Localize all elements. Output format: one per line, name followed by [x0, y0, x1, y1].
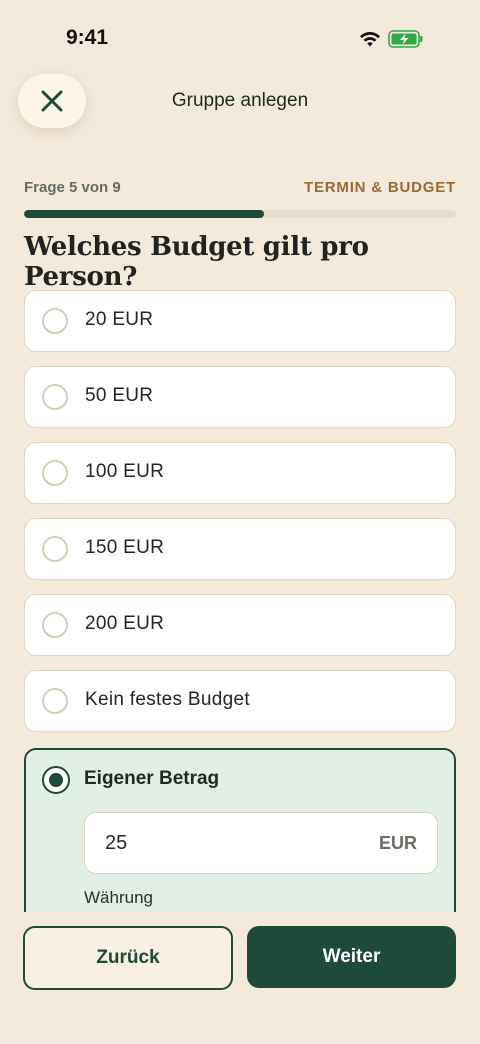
status-bar: 9:41: [0, 0, 480, 78]
progress-bar-fill: [24, 210, 265, 218]
page-title: Gruppe anlegen: [171, 90, 309, 111]
custom-amount-label: Eigener Betrag: [84, 768, 220, 789]
radio-button[interactable]: [42, 612, 68, 638]
option-label: 150 EUR: [85, 537, 165, 558]
option-label: 100 EUR: [85, 461, 165, 482]
option-20-eur[interactable]: 20 EUR: [24, 290, 456, 352]
wifi-icon: [360, 31, 380, 47]
option-100-eur[interactable]: 100 EUR: [24, 442, 456, 504]
radio-button[interactable]: [42, 308, 68, 334]
radio-button-selected[interactable]: [42, 766, 70, 794]
status-time: 9:41: [66, 26, 109, 49]
close-button[interactable]: [18, 74, 86, 128]
close-icon: [41, 90, 63, 112]
radio-button[interactable]: [42, 384, 68, 410]
radio-button[interactable]: [42, 536, 68, 562]
option-50-eur[interactable]: 50 EUR: [24, 366, 456, 428]
footer-bar: Zurück Weiter: [0, 912, 480, 1044]
back-button[interactable]: Zurück: [23, 926, 233, 990]
option-label: 200 EUR: [85, 613, 165, 634]
next-button[interactable]: Weiter: [247, 926, 456, 988]
budget-options: 20 EUR 50 EUR 100 EUR 150 EUR 200 EUR Ke…: [24, 290, 456, 746]
question-heading: Welches Budget gilt pro Person?: [24, 232, 369, 292]
section-label: TERMIN & BUDGET: [304, 179, 456, 196]
option-150-eur[interactable]: 150 EUR: [24, 518, 456, 580]
battery-charging-icon: [388, 30, 423, 48]
option-200-eur[interactable]: 200 EUR: [24, 594, 456, 656]
radio-button[interactable]: [42, 460, 68, 486]
currency-label: Währung: [84, 888, 153, 907]
progress-bar: [24, 210, 456, 218]
amount-value: 25: [105, 832, 128, 854]
option-no-budget[interactable]: Kein festes Budget: [24, 670, 456, 732]
option-label: 20 EUR: [85, 309, 154, 330]
step-counter: Frage 5 von 9: [24, 179, 121, 196]
option-label: Kein festes Budget: [85, 689, 250, 710]
radio-button[interactable]: [42, 688, 68, 714]
amount-input[interactable]: 25 EUR: [84, 812, 438, 874]
option-label: 50 EUR: [85, 385, 154, 406]
amount-unit: EUR: [378, 833, 417, 853]
